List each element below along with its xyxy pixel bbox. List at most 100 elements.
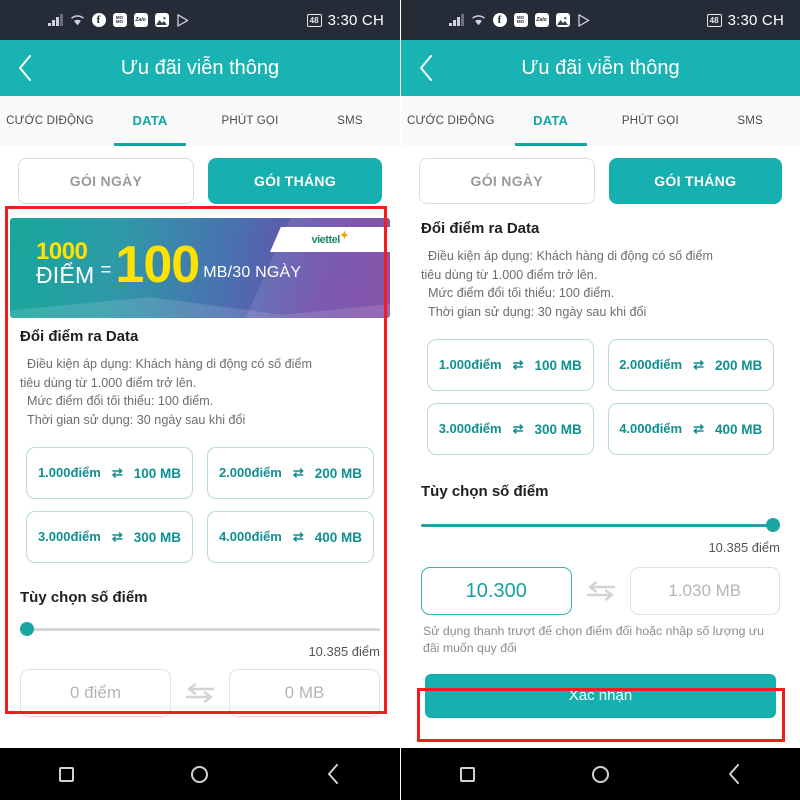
tab-sms[interactable]: SMS [300, 96, 400, 146]
home-button[interactable] [584, 757, 618, 791]
option-card[interactable]: 1.000điểm ⇄ 100 MB [427, 339, 594, 391]
banner-data-unit: MB/30 NGÀY [203, 264, 302, 281]
option-points-value: 2.000 [619, 356, 652, 372]
battery-icon: 48 [306, 13, 322, 27]
option-data: 300 MB [133, 529, 182, 545]
option-card[interactable]: 2.000điểm ⇄ 200 MB [607, 339, 774, 391]
data-output-right: 1.030 MB [629, 567, 780, 615]
points-slider-right[interactable] [421, 516, 780, 534]
facebook-icon: f [91, 13, 106, 27]
momo-label: MO MO [516, 14, 525, 24]
option-card[interactable]: 1.000điểm ⇄ 100 MB [26, 447, 193, 499]
option-points: 2.000điểm [219, 465, 282, 481]
desc-line-1: Điều kiện áp dụng: Khách hàng di động có… [428, 249, 713, 263]
square-icon [460, 766, 475, 782]
tab-label-line2: ĐỘNG [459, 114, 495, 127]
zalo-icon: Zalo [133, 13, 148, 27]
nav-back-button[interactable] [717, 757, 751, 791]
nav-back-button[interactable] [316, 757, 350, 791]
tab-cuoc-di-dong[interactable]: CƯỚC DIĐỘNG [401, 96, 501, 146]
slider-thumb[interactable] [20, 622, 34, 636]
slider-track [20, 627, 380, 631]
points-input-right[interactable]: 10.300 [421, 567, 572, 615]
back-button[interactable] [0, 55, 50, 81]
exchange-row-left: 0 điểm 0 MB [20, 669, 380, 717]
tab-sms[interactable]: SMS [700, 96, 800, 146]
option-card[interactable]: 4.000điểm ⇄ 400 MB [207, 511, 374, 563]
goi-thang-button[interactable]: GÓI THÁNG [208, 158, 382, 204]
option-points-unit: điểm [251, 528, 282, 544]
tab-label: SMS [337, 114, 363, 127]
option-card[interactable]: 2.000điểm ⇄ 200 MB [207, 447, 374, 499]
option-points: 4.000điểm [219, 528, 282, 545]
tab-cuoc-di-dong[interactable]: CƯỚC DIĐỘNG [0, 96, 100, 146]
tab-data[interactable]: DATA [501, 96, 601, 146]
status-bar-icons: f MO MO Zalo [449, 13, 591, 27]
circle-icon [592, 765, 609, 783]
swap-icon: ⇄ [111, 465, 123, 480]
desc-line-1: Điều kiện áp dụng: Khách hàng di động có… [27, 357, 312, 371]
status-bar-right: 48 3:30 CH [706, 11, 784, 29]
option-points-unit: điểm [651, 356, 683, 372]
tab-data[interactable]: DATA [100, 96, 200, 146]
gallery-icon [154, 13, 169, 27]
momo-icon: MO MO [513, 13, 528, 27]
zalo-label: Zalo [536, 16, 547, 23]
section-title: Đổi điểm ra Data [421, 220, 540, 237]
tab-phut-goi[interactable]: PHÚT GỌI [200, 96, 300, 146]
slider-max-label: 10.385 điểm [708, 540, 780, 555]
recents-button[interactable] [50, 757, 84, 791]
viettel-logo: viettel✦ [311, 230, 349, 246]
swap-icon: ⇄ [111, 529, 123, 544]
exchange-arrows-icon [183, 683, 217, 703]
option-points-unit: điểm [651, 420, 683, 436]
option-points-value: 4.000 [619, 420, 652, 436]
slider-max-label: 10.385 điểm [308, 644, 380, 659]
momo-label: MO MO [115, 14, 124, 24]
option-data: 400 MB [715, 421, 763, 437]
option-points-value: 3.000 [438, 420, 472, 436]
option-card[interactable]: 4.000điểm ⇄ 400 MB [607, 403, 774, 455]
battery-icon: 48 [706, 13, 722, 27]
package-toggle-left: GÓI NGÀY GÓI THÁNG [0, 146, 400, 214]
back-button[interactable] [401, 55, 451, 81]
hint-line-1: Sử dụng thanh trượt để chọn điểm đổi hoặ… [423, 624, 764, 638]
desc-line-4: Thời gian sử dụng: 30 ngày sau khi đổi [428, 304, 647, 319]
slider-fill [421, 523, 780, 527]
option-card[interactable]: 3.000điểm ⇄ 300 MB [26, 511, 193, 563]
content-body-left: Đổi điểm ra Data Điều kiện áp dụng: Khác… [0, 318, 400, 717]
banner-equals: = [100, 260, 112, 281]
goi-ngay-button[interactable]: GÓI NGÀY [18, 158, 194, 204]
viettel-wordmark: viettel [311, 234, 340, 246]
package-toggle-right: GÓI NGÀY GÓI THÁNG [401, 146, 800, 214]
swap-icon: ⇄ [292, 529, 304, 544]
slider-thumb[interactable] [766, 518, 780, 532]
option-data: 100 MB [534, 357, 582, 373]
option-card[interactable]: 3.000điểm ⇄ 300 MB [427, 403, 594, 455]
desc-line-3: Mức điểm đổi tối thiểu: 100 điểm. [428, 286, 615, 300]
status-bar-right-screen: f MO MO Zalo 48 3:30 CH [401, 0, 800, 40]
recents-button[interactable] [451, 757, 485, 791]
status-bar-left: f MO MO Zalo 48 3:30 CH [0, 0, 400, 40]
square-icon [59, 766, 75, 782]
tab-label: SMS [737, 114, 763, 127]
goi-ngay-button[interactable]: GÓI NGÀY [419, 158, 595, 204]
points-input-left[interactable]: 0 điểm [20, 669, 171, 717]
banner-points-block: 1000 ĐIỂM [36, 240, 94, 287]
option-points: 3.000điểm [38, 529, 101, 545]
zalo-icon: Zalo [534, 13, 549, 27]
option-points-value: 1.000 [438, 356, 472, 372]
phone-screen-left: f MO MO Zalo 48 3:30 CH Ưu đãi viễn thôn… [0, 0, 400, 800]
confirm-button[interactable]: Xác nhận [425, 673, 776, 718]
tab-label: DATA [132, 112, 168, 128]
home-button[interactable] [183, 757, 217, 791]
tab-phut-goi[interactable]: PHÚT GỌI [601, 96, 701, 146]
clock-label: 3:30 CH [727, 11, 784, 29]
goi-thang-button[interactable]: GÓI THÁNG [608, 158, 782, 204]
wifi-icon [471, 14, 486, 26]
clock-label: 3:30 CH [327, 11, 384, 29]
play-store-icon [577, 13, 591, 27]
points-slider-left[interactable] [20, 620, 380, 638]
option-data: 400 MB [314, 529, 363, 545]
desc-line-2: tiêu dùng từ 1.000 điểm trở lên. [421, 267, 598, 282]
